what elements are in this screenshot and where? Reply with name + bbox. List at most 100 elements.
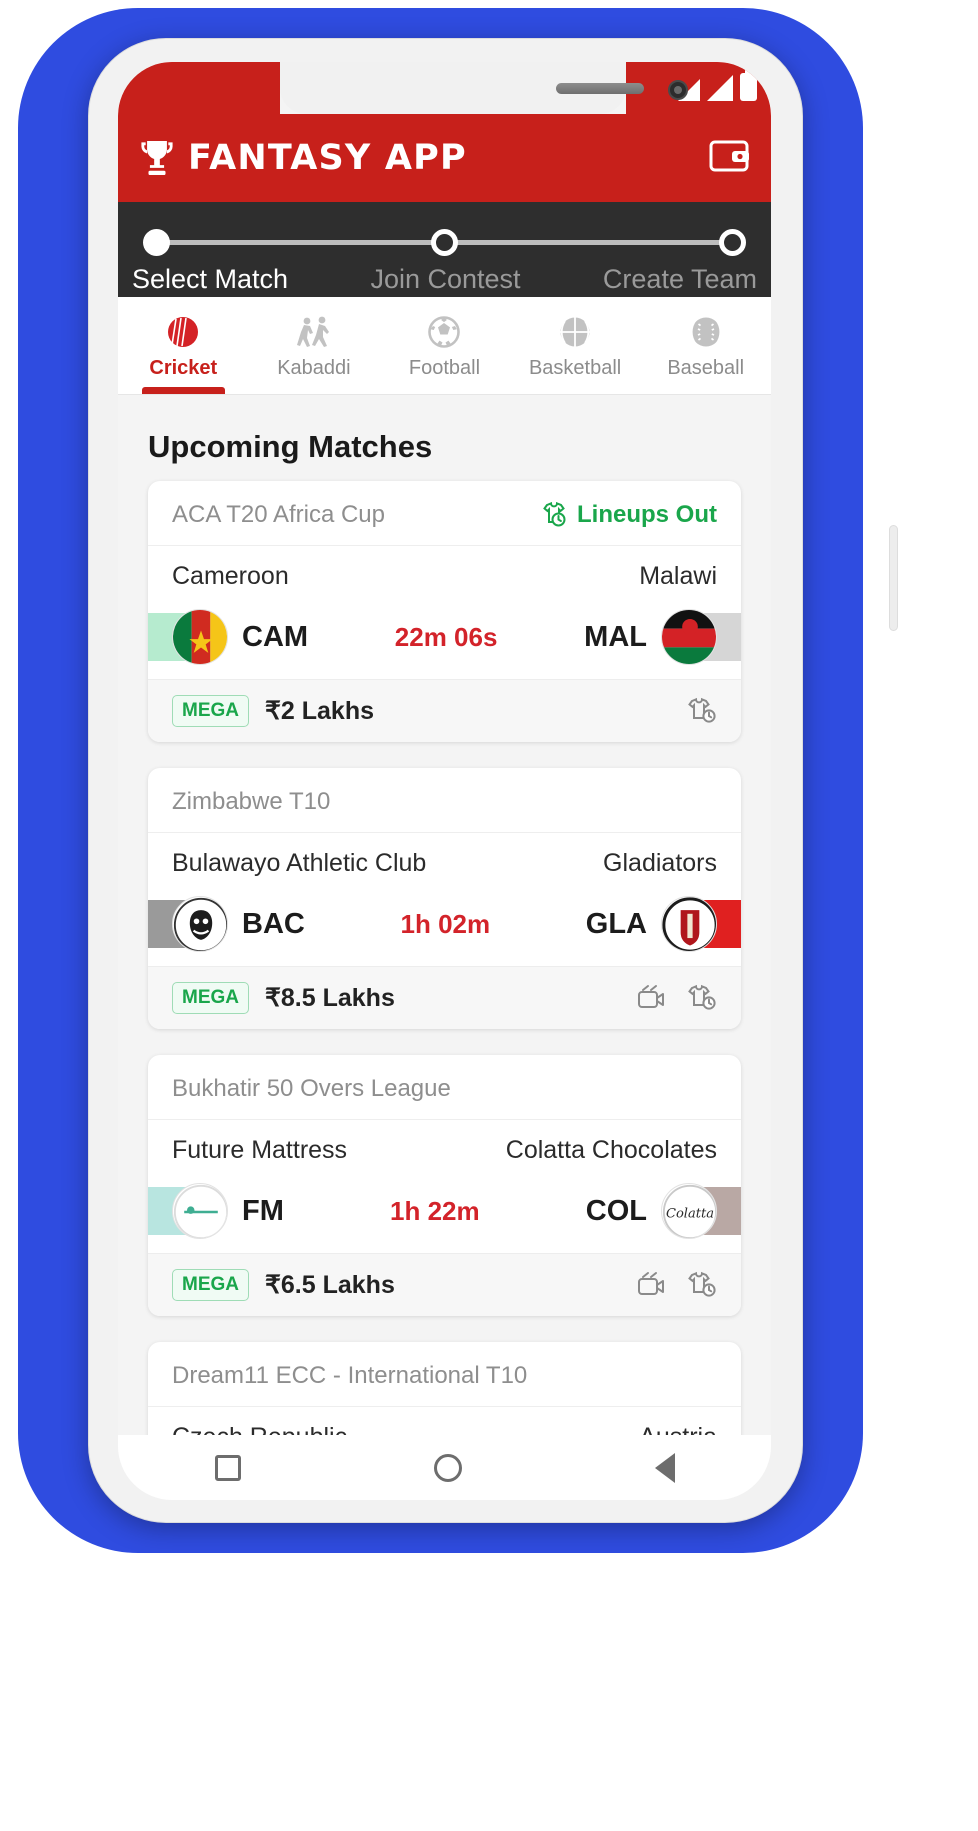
- cricket-ball-icon: [168, 316, 199, 347]
- tab-label-kabaddi: Kabaddi: [277, 356, 351, 379]
- mega-badge: MEGA: [172, 1269, 249, 1301]
- progress-stepper: Select Match Join Contest Create Team: [118, 202, 771, 297]
- brand: FANTASY APP: [140, 138, 467, 178]
- app-title: FANTASY APP: [188, 138, 467, 178]
- live-video-icon[interactable]: [637, 984, 665, 1012]
- team-card-icon[interactable]: [687, 1271, 717, 1299]
- earpiece-speaker: [556, 83, 644, 94]
- league-name: ACA T20 Africa Cup: [172, 501, 385, 528]
- match-card-body: Cameroon Malawi CAM 22m 06s MAL: [148, 546, 741, 679]
- team-right-abbr: MAL: [584, 620, 647, 653]
- team-card-icon[interactable]: [687, 984, 717, 1012]
- wallet-button[interactable]: [709, 139, 749, 178]
- team-left-name: Bulawayo Athletic Club: [172, 849, 427, 877]
- triangle-back-icon[interactable]: [654, 1452, 675, 1483]
- signal-bars-icon-2: [707, 75, 733, 101]
- league-name: Zimbabwe T10: [172, 788, 331, 815]
- mega-badge: MEGA: [172, 982, 249, 1014]
- match-card-footer: MEGA ₹8.5 Lakhs: [148, 966, 741, 1029]
- tab-kabaddi[interactable]: Kabaddi: [249, 297, 380, 394]
- team-left-logo-bac: [172, 896, 228, 952]
- tab-baseball[interactable]: Baseball: [640, 297, 771, 394]
- match-card-footer: MEGA ₹6.5 Lakhs: [148, 1253, 741, 1316]
- team-row: BAC 1h 02m GLA: [148, 892, 741, 956]
- footer-icons: [637, 1271, 717, 1299]
- prize-amount: ₹2 Lakhs: [265, 697, 375, 725]
- match-card-body: Future Mattress Colatta Chocolates FM 1h…: [148, 1120, 741, 1253]
- team-left: CAM: [172, 609, 308, 665]
- stepper-dot-join-contest[interactable]: [431, 229, 458, 256]
- android-navbar: [118, 1435, 771, 1500]
- match-card-header: Dream11 ECC - International T10: [148, 1342, 741, 1407]
- team-right-name: Colatta Chocolates: [505, 1136, 717, 1164]
- tab-basketball[interactable]: Basketball: [510, 297, 641, 394]
- status-icons: [678, 69, 757, 101]
- team-right-logo-col: Colatta: [660, 1183, 717, 1239]
- match-card-header: Zimbabwe T10: [148, 768, 741, 833]
- live-video-icon[interactable]: [637, 1271, 665, 1299]
- prize-amount: ₹8.5 Lakhs: [265, 984, 395, 1012]
- status-bar-right: [626, 62, 771, 114]
- matches-scroll-area[interactable]: Upcoming Matches ACA T20 Africa Cup Line…: [118, 395, 771, 1435]
- match-card[interactable]: Zimbabwe T10 Bulawayo Athletic Club Glad…: [148, 768, 741, 1029]
- lineups-status: Lineups Out: [540, 501, 717, 529]
- team-left-name: Cameroon: [172, 562, 289, 590]
- wallet-icon: [709, 140, 749, 171]
- team-right: GLA: [586, 896, 717, 952]
- team-right-name: Malawi: [639, 562, 717, 590]
- team-card-icon[interactable]: [687, 697, 717, 725]
- team-right-logo-gla: [660, 896, 717, 952]
- match-card[interactable]: Bukhatir 50 Overs League Future Mattress…: [148, 1055, 741, 1316]
- team-left-logo-fm: [172, 1183, 228, 1239]
- battery-icon: [740, 69, 757, 101]
- tab-label-baseball: Baseball: [667, 356, 745, 379]
- kabaddi-players-icon: [296, 316, 329, 347]
- tab-cricket[interactable]: Cricket: [118, 297, 249, 394]
- square-recents-icon[interactable]: [214, 1454, 241, 1481]
- phone-screen: FANTASY APP Select Match Join Contest Cr…: [118, 62, 771, 1500]
- stepper-labels: Select Match Join Contest Create Team: [118, 264, 771, 295]
- stepper-dot-select-match[interactable]: [143, 229, 170, 256]
- match-card-body: Czech Republic Austria: [148, 1407, 741, 1435]
- sports-tabs: Cricket Kabaddi Football Basketball Base…: [118, 297, 771, 395]
- team-left-name: Future Mattress: [172, 1136, 348, 1164]
- team-row: CAM 22m 06s MAL: [148, 605, 741, 669]
- football-icon: [428, 315, 461, 348]
- match-timer: 1h 22m: [390, 1195, 480, 1226]
- team-names: Czech Republic Austria: [172, 1423, 717, 1435]
- stepper-label-select-match: Select Match: [132, 264, 289, 294]
- team-right: Colatta COL: [586, 1183, 717, 1239]
- trophy-icon: [141, 141, 173, 175]
- svg-text:Colatta: Colatta: [666, 1207, 714, 1222]
- match-card-footer: MEGA ₹2 Lakhs: [148, 679, 741, 742]
- tab-label-basketball: Basketball: [528, 356, 622, 379]
- stepper-dot-create-team[interactable]: [719, 229, 746, 256]
- team-names: Bulawayo Athletic Club Gladiators: [172, 849, 717, 878]
- match-card[interactable]: ACA T20 Africa Cup Lineups Out Cameroon …: [148, 481, 741, 742]
- tab-label-football: Football: [408, 356, 481, 379]
- phone-button-power[interactable]: [889, 525, 898, 631]
- team-names: Future Mattress Colatta Chocolates: [172, 1136, 717, 1165]
- tab-active-underline: [141, 387, 226, 394]
- circle-home-icon[interactable]: [433, 1453, 462, 1482]
- team-right-name: Gladiators: [603, 849, 717, 877]
- team-left: BAC: [172, 896, 305, 952]
- baseball-icon: [690, 317, 721, 346]
- jersey-clock-icon: [543, 502, 566, 527]
- team-names: Cameroon Malawi: [172, 562, 717, 591]
- team-right-abbr: GLA: [585, 907, 647, 940]
- match-timer: 22m 06s: [394, 621, 498, 652]
- match-card[interactable]: Dream11 ECC - International T10 Czech Re…: [148, 1342, 741, 1435]
- match-card-header: Bukhatir 50 Overs League: [148, 1055, 741, 1120]
- team-right-abbr: COL: [585, 1194, 647, 1227]
- status-bar-left: [118, 62, 280, 114]
- match-timer: 1h 02m: [400, 908, 491, 939]
- team-left-flag-cameroon: [172, 609, 228, 665]
- team-left-abbr: BAC: [242, 907, 305, 940]
- front-camera: [668, 80, 688, 100]
- tab-label-cricket: Cricket: [149, 356, 218, 379]
- phone-notch: [280, 62, 688, 114]
- match-card-header: ACA T20 Africa Cup Lineups Out: [148, 481, 741, 546]
- league-name: Bukhatir 50 Overs League: [172, 1075, 451, 1102]
- tab-football[interactable]: Football: [379, 297, 510, 394]
